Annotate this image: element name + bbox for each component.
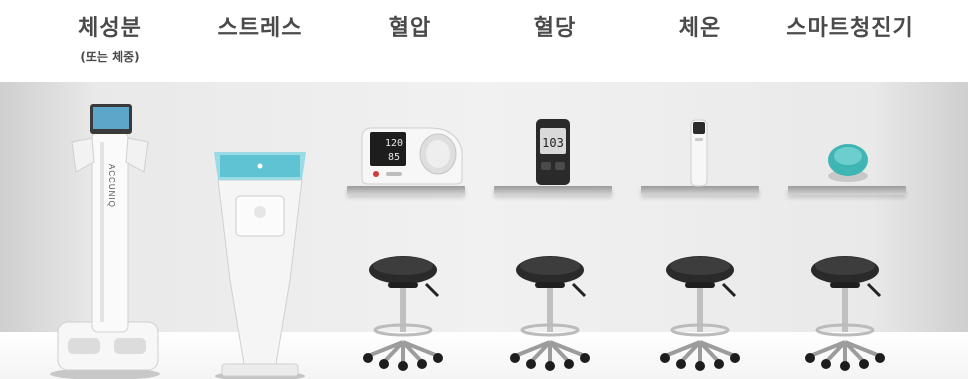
glucose-meter-icon: 103 [536,119,570,185]
thermometer-icon [690,119,708,187]
label-smart-stethoscope: 스마트청진기 [786,16,914,41]
label-blood-pressure: 혈압 [388,16,432,41]
label-body-composition: 체성분 (또는 체중) [60,10,160,65]
label-blood-glucose: 혈당 [533,16,577,41]
glucose-readout: 103 [542,136,564,150]
bp-systolic-readout: 120 [385,138,403,149]
stool-blood-pressure-icon [363,256,443,371]
blood-pressure-monitor-icon: 120 85 [361,127,463,185]
body-composition-analyzer-icon: ACCUNIQ [50,104,160,379]
stool-blood-glucose-icon [510,256,590,371]
stool-smart-stethoscope-icon [805,256,885,371]
stool-body-temperature-icon [660,256,740,371]
label-stress: 스트레스 [217,16,303,41]
smart-stethoscope-icon [828,144,868,182]
label-body-composition-text: 체성분 [78,16,142,41]
bp-diastolic-readout: 85 [388,152,400,163]
accuniq-brand-text: ACCUNIQ [107,164,116,208]
label-body-composition-sub: (또는 체중) [80,50,140,64]
stress-kiosk-icon [214,152,306,379]
label-body-temperature: 체온 [678,16,722,41]
device-showroom: ACCUNIQ 120 85 103 [0,82,968,379]
category-header: 체성분 (또는 체중) 스트레스 혈압 혈당 체온 스마트청진기 [0,0,968,78]
shelf-smart-stethoscope [788,186,906,195]
